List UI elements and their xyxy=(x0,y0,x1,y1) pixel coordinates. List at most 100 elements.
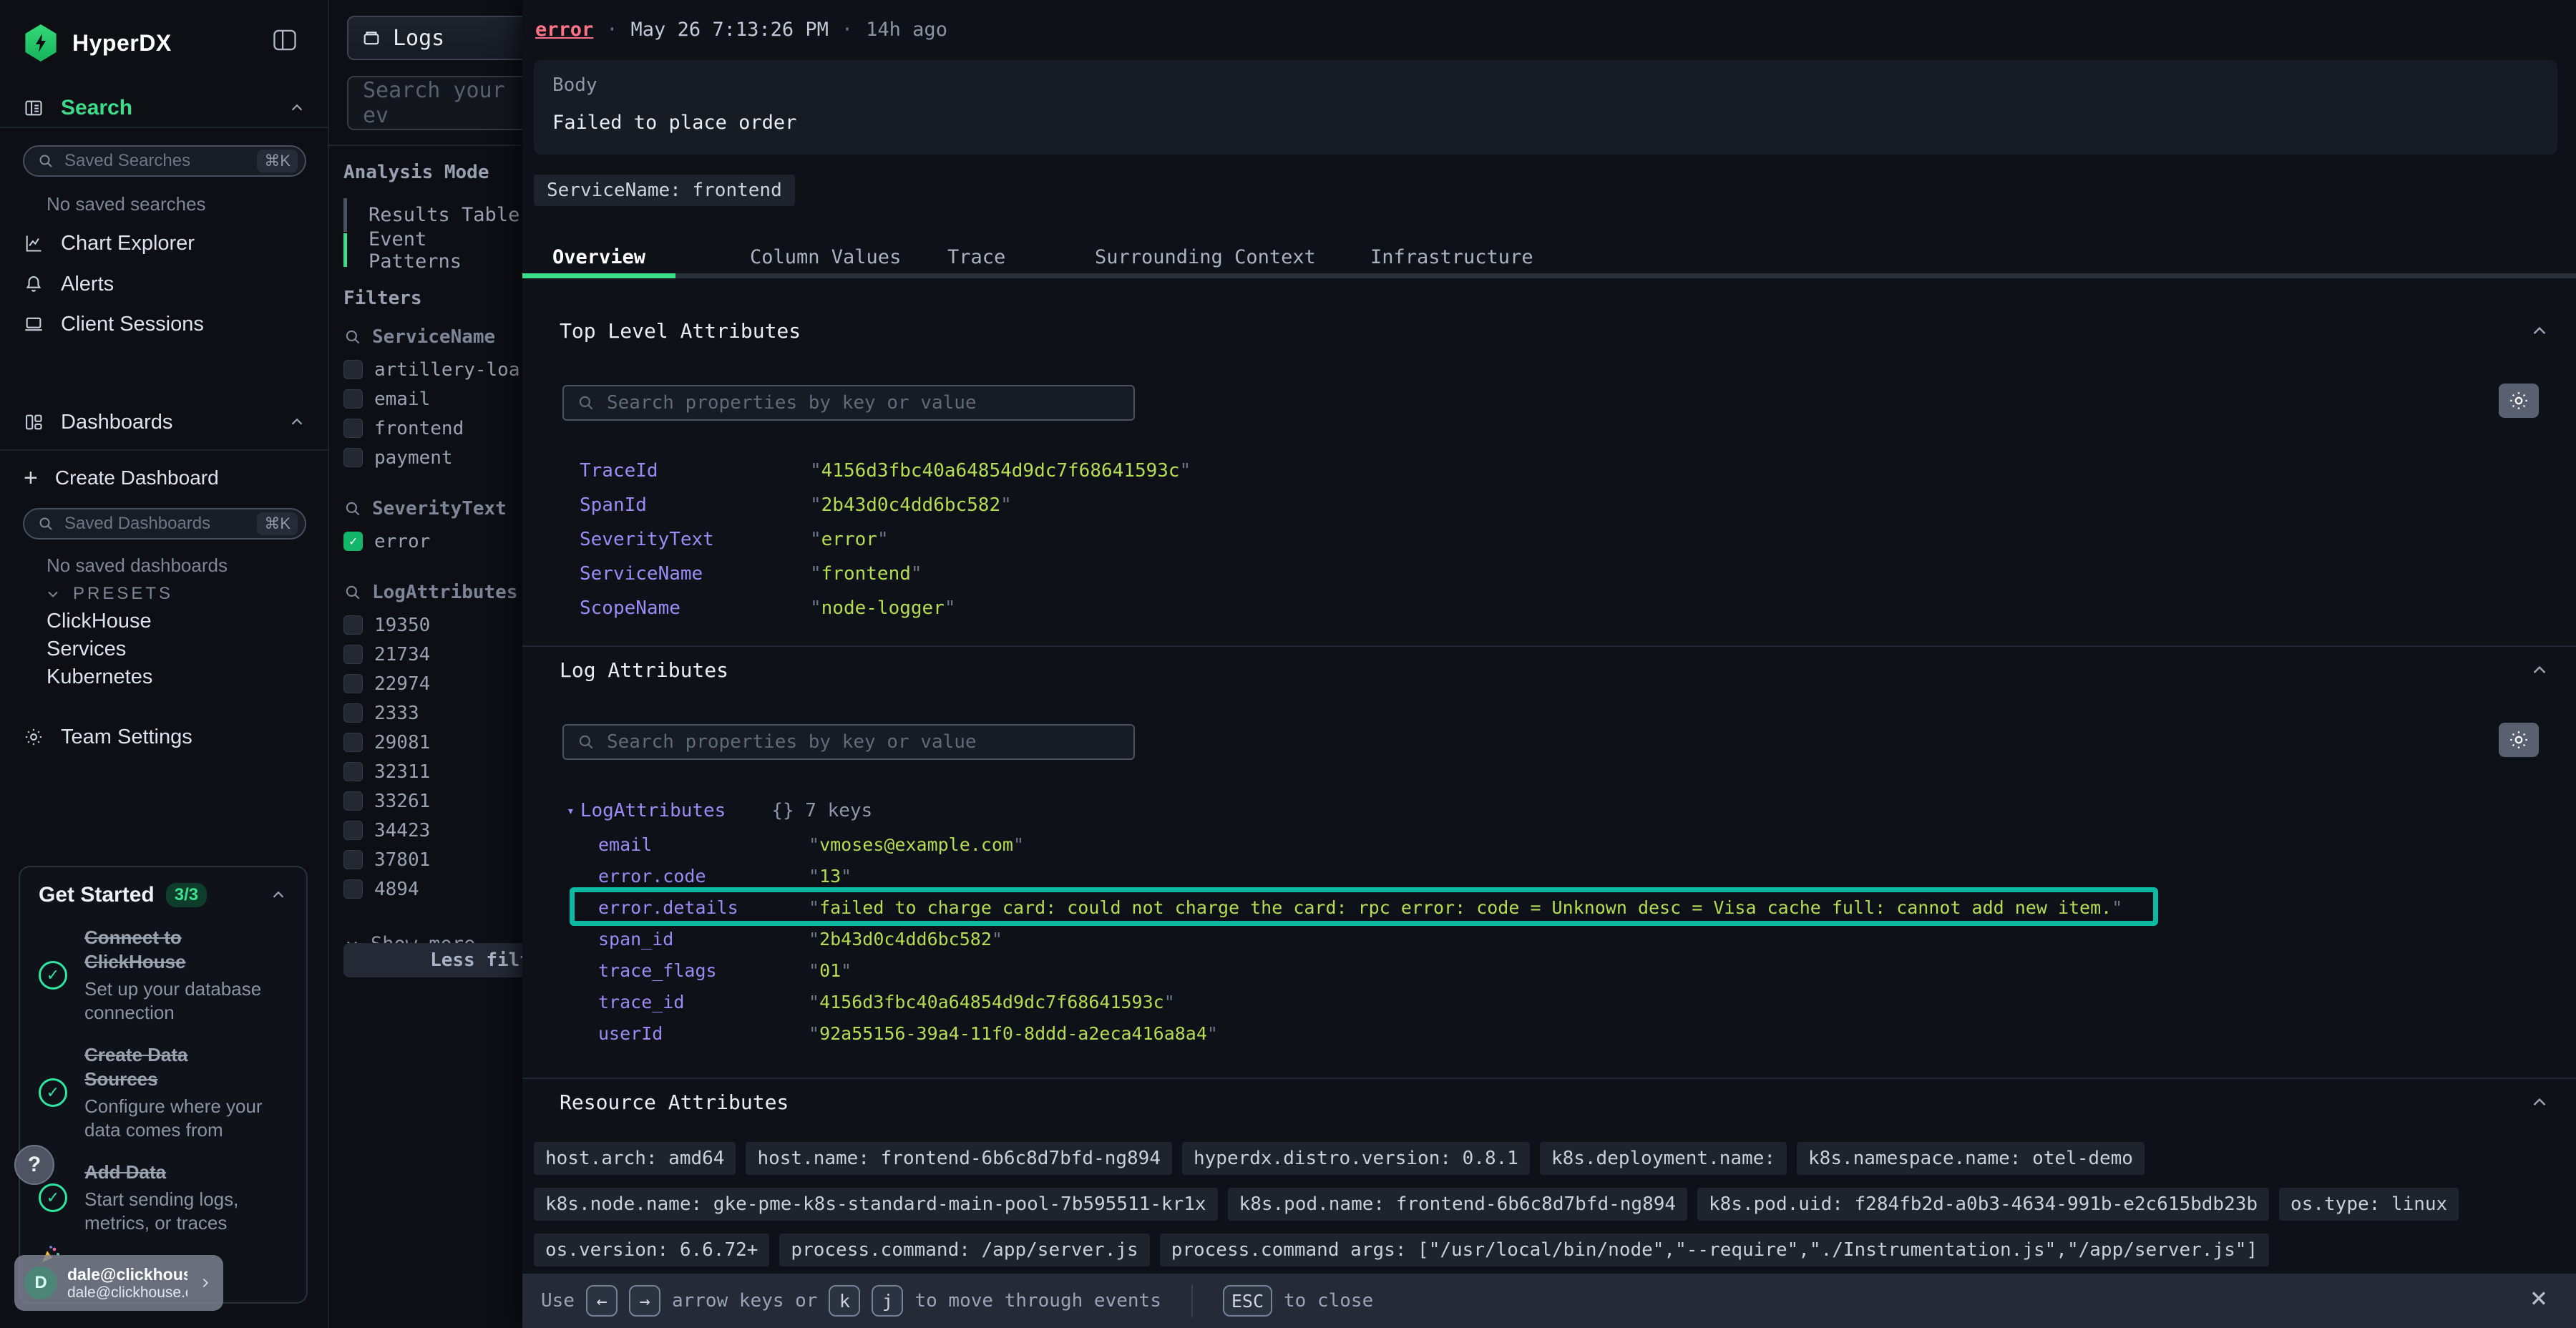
attribute-value[interactable]: "2b43d0c4dd6bc582" xyxy=(809,929,1002,949)
top-level-search-input[interactable]: Search properties by key or value xyxy=(562,385,1135,421)
log-attributes-tree-root[interactable]: ▾ LogAttributes {} 7 keys xyxy=(567,800,872,821)
attribute-key[interactable]: ScopeName xyxy=(580,597,810,619)
filter-option[interactable]: 2333 xyxy=(343,698,522,728)
sidebar-preset-clickhouse[interactable]: ClickHouse xyxy=(47,610,152,633)
attribute-key[interactable]: userId xyxy=(598,1023,809,1044)
resource-attribute-chip[interactable]: host.name: frontend-6b6c8d7bfd-ng894 xyxy=(746,1142,1172,1175)
close-icon[interactable]: × xyxy=(2530,1284,2547,1312)
filter-option[interactable]: 33261 xyxy=(343,786,522,816)
source-selector[interactable]: Logs xyxy=(347,16,522,60)
get-started-item[interactable]: ✓Create Data SourcesConfigure where your… xyxy=(39,1043,288,1142)
left-arrow-key[interactable]: ← xyxy=(586,1285,618,1317)
attribute-value[interactable]: "4156d3fbc40a64854d9dc7f68641593c" xyxy=(810,460,1191,482)
checkbox[interactable] xyxy=(343,850,363,869)
filter-option[interactable]: 32311 xyxy=(343,757,522,786)
attribute-key[interactable]: ServiceName xyxy=(580,563,810,585)
attribute-value[interactable]: "92a55156-39a4-11f0-8ddd-a2eca416a8a4" xyxy=(809,1023,1218,1044)
sidebar-preset-kubernetes[interactable]: Kubernetes xyxy=(47,665,152,688)
resource-attribute-chip[interactable]: k8s.node.name: gke-pme-k8s-standard-main… xyxy=(534,1188,1218,1221)
attribute-value[interactable]: "failed to charge card: could not charge… xyxy=(809,897,2122,918)
attribute-value[interactable]: "vmoses@example.com" xyxy=(809,834,1024,855)
filter-option[interactable]: 34423 xyxy=(343,816,522,845)
sidebar-collapse-icon[interactable] xyxy=(272,29,298,52)
tab-trace[interactable]: Trace xyxy=(947,246,1005,268)
service-name-chip[interactable]: ServiceName: frontend xyxy=(534,175,795,206)
checkbox[interactable] xyxy=(343,448,363,467)
resource-attribute-chip[interactable]: k8s.namespace.name: otel-demo xyxy=(1797,1142,2145,1175)
filter-option[interactable]: frontend xyxy=(343,414,522,443)
collapse-section-icon[interactable] xyxy=(2529,321,2550,342)
sidebar-section-dashboards[interactable]: Dashboards xyxy=(24,408,306,436)
resource-attribute-chip[interactable]: k8s.deployment.name: xyxy=(1540,1142,1787,1175)
resource-attribute-chip[interactable]: k8s.pod.uid: f284fb2d-a0b3-4634-991b-e2c… xyxy=(1697,1188,2269,1221)
checkbox[interactable] xyxy=(343,703,363,723)
attribute-key[interactable]: span_id xyxy=(598,929,809,949)
checkbox[interactable] xyxy=(343,645,363,664)
checkbox[interactable] xyxy=(343,879,363,899)
resource-attribute-chip[interactable]: host.arch: amd64 xyxy=(534,1142,736,1175)
j-key[interactable]: j xyxy=(872,1285,903,1317)
attribute-value[interactable]: "2b43d0c4dd6bc582" xyxy=(810,494,1012,516)
saved-dashboards-input[interactable]: Saved Dashboards ⌘K xyxy=(23,508,306,540)
checkbox[interactable] xyxy=(343,360,363,379)
filter-option[interactable]: 19350 xyxy=(343,610,522,640)
checkbox[interactable] xyxy=(343,762,363,781)
attribute-value[interactable]: "error" xyxy=(810,529,889,550)
expand-triangle-icon[interactable]: ▾ xyxy=(567,804,575,819)
checkbox[interactable] xyxy=(343,419,363,438)
chevron-up-icon[interactable] xyxy=(288,99,306,117)
resource-attribute-chip[interactable]: hyperdx.distro.version: 0.8.1 xyxy=(1182,1142,1530,1175)
analysis-mode-option[interactable]: Event Patterns xyxy=(343,233,522,268)
checkbox[interactable] xyxy=(343,733,363,752)
attribute-value[interactable]: "4156d3fbc40a64854d9dc7f68641593c" xyxy=(809,992,1175,1012)
tab-surrounding-context[interactable]: Surrounding Context xyxy=(1095,246,1316,268)
resource-attribute-chip[interactable]: process.command args: ["/usr/local/bin/n… xyxy=(1160,1234,2269,1266)
attribute-key[interactable]: error.details xyxy=(598,897,809,918)
attribute-key[interactable]: error.code xyxy=(598,866,809,887)
attribute-key[interactable]: email xyxy=(598,834,809,855)
tab-overview[interactable]: Overview xyxy=(552,246,645,268)
severity-badge[interactable]: error xyxy=(535,19,593,41)
filter-option[interactable]: email xyxy=(343,384,522,414)
get-started-item[interactable]: ✓Connect to ClickHouseSet up your databa… xyxy=(39,926,288,1025)
filter-option[interactable]: 22974 xyxy=(343,669,522,698)
sidebar-section-search[interactable]: Search xyxy=(24,94,306,122)
saved-searches-input[interactable]: Saved Searches ⌘K xyxy=(23,145,306,177)
sidebar-preset-services[interactable]: Services xyxy=(47,638,152,660)
user-menu[interactable]: D dale@clickhouse.com dale@clickhouse.co… xyxy=(14,1255,223,1311)
resource-attribute-chip[interactable]: os.version: 6.6.72+ xyxy=(534,1234,769,1266)
attribute-value[interactable]: "01" xyxy=(809,960,852,981)
esc-key[interactable]: ESC xyxy=(1223,1285,1272,1317)
filter-option[interactable]: payment xyxy=(343,443,522,472)
checkbox-checked[interactable]: ✓ xyxy=(343,532,363,551)
k-key[interactable]: k xyxy=(829,1285,860,1317)
attribute-key[interactable]: SpanId xyxy=(580,494,810,516)
help-button[interactable]: ? xyxy=(14,1145,54,1185)
attribute-value[interactable]: "node-logger" xyxy=(810,597,956,619)
checkbox[interactable] xyxy=(343,389,363,409)
column-settings-button[interactable] xyxy=(2499,723,2539,757)
attribute-value[interactable]: "13" xyxy=(809,866,852,887)
sidebar-item-client-sessions[interactable]: Client Sessions xyxy=(24,311,306,337)
chevron-up-icon[interactable] xyxy=(269,886,288,904)
sidebar-item-alerts[interactable]: Alerts xyxy=(24,271,306,297)
right-arrow-key[interactable]: → xyxy=(629,1285,660,1317)
resource-attribute-chip[interactable]: k8s.pod.name: frontend-6b6c8d7bfd-ng894 xyxy=(1228,1188,1687,1221)
tab-infrastructure[interactable]: Infrastructure xyxy=(1370,246,1533,268)
create-dashboard-button[interactable]: + Create Dashboard xyxy=(24,465,306,491)
collapse-section-icon[interactable] xyxy=(2529,1092,2550,1113)
less-filters-button[interactable]: Less filters xyxy=(343,943,522,977)
event-search-input[interactable]: Search your ev xyxy=(347,76,522,130)
get-started-item[interactable]: ✓Add DataStart sending logs, metrics, or… xyxy=(39,1161,288,1235)
sidebar-item-chart-explorer[interactable]: Chart Explorer xyxy=(24,230,306,256)
attribute-key[interactable]: trace_id xyxy=(598,992,809,1012)
checkbox[interactable] xyxy=(343,615,363,635)
chevron-up-icon[interactable] xyxy=(288,413,306,431)
checkbox[interactable] xyxy=(343,791,363,811)
tab-column-values[interactable]: Column Values xyxy=(750,246,901,268)
log-attributes-search-input[interactable]: Search properties by key or value xyxy=(562,724,1135,760)
filter-option[interactable]: artillery-loa xyxy=(343,355,522,384)
filter-option[interactable]: 29081 xyxy=(343,728,522,757)
sidebar-item-team-settings[interactable]: Team Settings xyxy=(24,724,306,750)
attribute-key[interactable]: TraceId xyxy=(580,460,810,482)
